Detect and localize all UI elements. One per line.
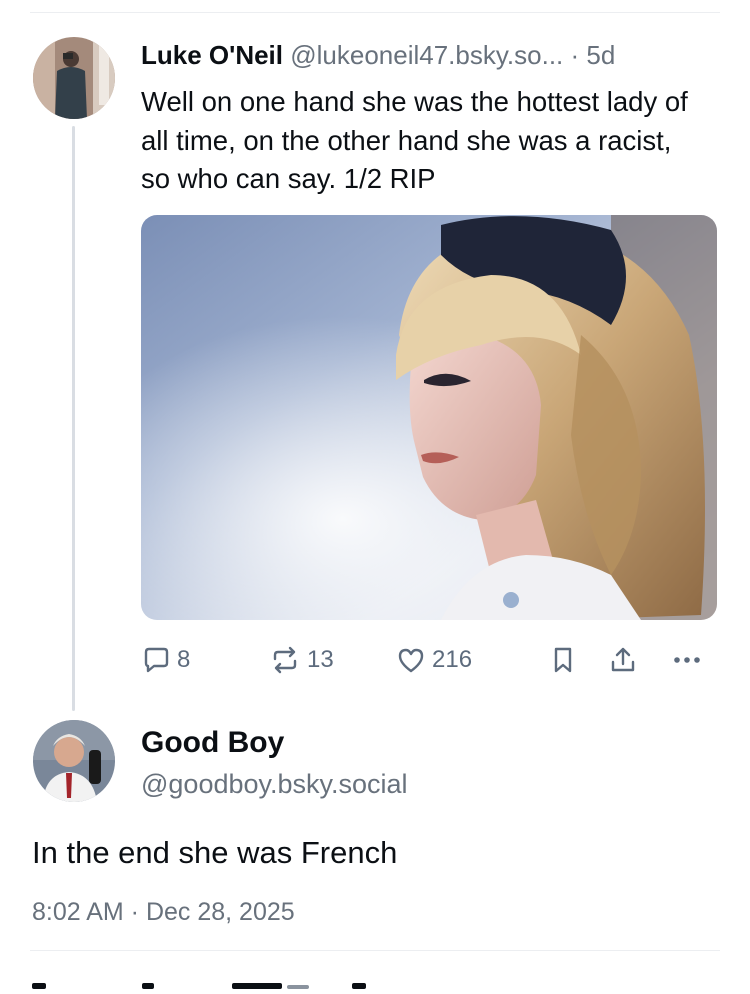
bookmark-button[interactable] <box>549 640 577 680</box>
like-icon <box>398 648 424 673</box>
bookmark-icon <box>554 647 572 673</box>
share-icon <box>611 647 635 672</box>
post-author-name[interactable]: Luke O'Neil <box>141 40 283 70</box>
reply-icon <box>144 647 169 673</box>
repost-count: 13 <box>307 646 334 673</box>
bottom-divider <box>30 950 720 951</box>
post-text: Well on one hand she was the hottest lad… <box>141 86 688 194</box>
post-header: Luke O'Neil @lukeoneil47.bsky.so... · 5d <box>141 38 615 72</box>
post-action-bar: 8 13 216 <box>141 640 721 680</box>
like-button[interactable]: 216 <box>396 640 472 680</box>
thread-connector-line <box>72 126 75 711</box>
reply-count: 8 <box>177 646 191 673</box>
post-image[interactable] <box>141 215 717 620</box>
reply-timestamp: 8:02 AM · Dec 28, 2025 <box>32 898 295 926</box>
share-button[interactable] <box>608 640 638 680</box>
top-divider <box>30 12 720 13</box>
engagement-stats-row <box>32 975 432 989</box>
more-options-button[interactable] <box>669 640 705 680</box>
post-author-handle[interactable]: @lukeoneil47.bsky.so... <box>290 40 563 70</box>
repost-button[interactable]: 13 <box>269 640 334 680</box>
reply-author-handle[interactable]: @goodboy.bsky.social <box>141 766 408 802</box>
repost-icon <box>273 646 297 674</box>
like-count: 216 <box>432 646 473 673</box>
reply-text: In the end she was French <box>32 835 398 870</box>
reply-button[interactable]: 8 <box>141 640 190 680</box>
more-icon <box>674 657 700 663</box>
post-author-avatar[interactable] <box>33 37 115 119</box>
reply-author-name[interactable]: Good Boy <box>141 724 284 762</box>
reply-author-avatar[interactable] <box>33 720 115 802</box>
post-time[interactable]: · 5d <box>571 40 616 70</box>
